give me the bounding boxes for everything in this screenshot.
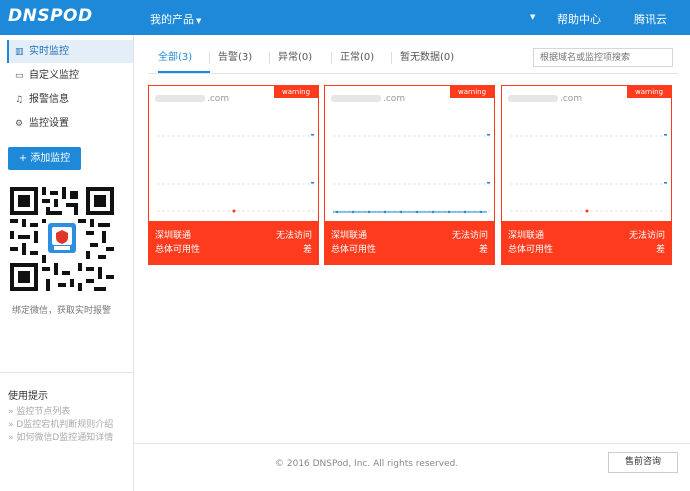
node-name: 深圳联通 — [331, 231, 368, 241]
availability-label: 总体可用性 — [331, 245, 377, 255]
add-monitor-label: 添加监控 — [30, 153, 71, 164]
tab-alarm[interactable]: 告警(3) — [218, 48, 252, 73]
availability-value: 差 — [302, 245, 312, 255]
availability-label: 总体可用性 — [155, 245, 201, 255]
monitor-card[interactable]: .com warning 深圳联通 无法访问 总体可用性 差 — [324, 85, 495, 265]
tab-divider — [391, 52, 392, 64]
node-status: 无法访问 — [628, 231, 665, 241]
sidebar-divider — [0, 372, 133, 373]
data-point — [232, 209, 236, 213]
tip-link-node-list[interactable]: » 监控节点列表 — [8, 404, 70, 417]
qr-caption: 绑定微信，获取实时报警 — [12, 306, 112, 316]
warning-badge: warning — [627, 86, 671, 98]
usage-tips-title: 使用提示 — [8, 391, 48, 402]
card-domain: .com — [508, 94, 582, 104]
availability-label: 总体可用性 — [508, 245, 554, 255]
data-point — [585, 209, 589, 213]
tab-divider — [269, 52, 270, 64]
help-center-link[interactable]: 帮助中心 — [557, 11, 601, 27]
tab-no-data[interactable]: 暂无数据(0) — [400, 48, 454, 73]
warning-badge: warning — [274, 86, 318, 98]
chevron-down-icon: ▼ — [530, 13, 536, 21]
dnspod-logo[interactable]: DNSPOD — [8, 6, 93, 26]
node-name: 深圳联通 — [508, 231, 545, 241]
sidebar-item-label: 自定义监控 — [29, 70, 79, 81]
my-products-menu[interactable]: 我的产品 ▼ — [150, 11, 201, 27]
tab-divider — [209, 52, 210, 64]
availability-value: 差 — [478, 245, 488, 255]
sidebar-item-monitor-settings[interactable]: ⚙ 监控设置 — [7, 112, 133, 135]
sidebar: ▥ 实时监控 ▭ 自定义监控 ♫ 报警信息 ⚙ 监控设置 + 添加监控 绑定微信… — [0, 35, 134, 491]
card-domain: .com — [155, 94, 229, 104]
gear-icon: ⚙ — [15, 119, 24, 129]
availability-chart — [333, 134, 490, 214]
node-status: 无法访问 — [451, 231, 488, 241]
card-domain: .com — [331, 94, 405, 104]
tab-normal[interactable]: 正常(0) — [340, 48, 374, 73]
node-name: 深圳联通 — [155, 231, 192, 241]
monitor-card[interactable]: .com warning 深圳联通 无法访问 总体可用性 差 — [501, 85, 672, 265]
plus-icon: + — [18, 153, 28, 164]
tip-link-wechat-notify[interactable]: » 如何微信D监控通知详情 — [8, 430, 113, 443]
card-status-footer: 深圳联通 无法访问 总体可用性 差 — [325, 221, 494, 265]
sidebar-item-alarm-info[interactable]: ♫ 报警信息 — [7, 88, 133, 111]
sidebar-item-realtime-monitor[interactable]: ▥ 实时监控 — [7, 40, 133, 63]
masked-domain — [331, 95, 381, 102]
sidebar-item-label: 报警信息 — [29, 94, 69, 105]
top-navbar: DNSPOD 我的产品 ▼ ▼ 帮助中心 腾讯云 — [0, 0, 690, 35]
chevron-down-icon: ▼ — [196, 17, 202, 25]
availability-chart — [510, 134, 667, 213]
my-products-label: 我的产品 — [150, 13, 194, 26]
copyright-text: © 2016 DNSPod, Inc. All rights reserved. — [275, 459, 459, 469]
card-status-footer: 深圳联通 无法访问 总体可用性 差 — [502, 221, 671, 265]
availability-value: 差 — [655, 245, 665, 255]
domain-suffix: .com — [383, 94, 406, 104]
tab-divider — [331, 52, 332, 64]
masked-domain — [508, 95, 558, 102]
tip-link-down-rules[interactable]: » D监控宕机判断规则介绍 — [8, 417, 113, 430]
tab-abnormal[interactable]: 异常(0) — [278, 48, 312, 73]
tencent-cloud-link[interactable]: 腾讯云 — [634, 11, 667, 27]
masked-domain — [155, 95, 205, 102]
bell-icon: ♫ — [15, 95, 24, 105]
domain-suffix: .com — [560, 94, 583, 104]
sidebar-item-custom-monitor[interactable]: ▭ 自定义监控 — [7, 64, 133, 87]
domain-suffix: .com — [207, 94, 230, 104]
monitor-icon: ▭ — [15, 71, 24, 81]
add-monitor-button[interactable]: + 添加监控 — [8, 147, 81, 170]
node-status: 无法访问 — [275, 231, 312, 241]
search-input[interactable] — [533, 48, 673, 67]
presales-consult-button[interactable]: 售前咨询 — [608, 452, 678, 473]
monitor-card[interactable]: .com warning 深圳联通 无法访问 总体可用性 差 — [148, 85, 319, 265]
warning-badge: warning — [450, 86, 494, 98]
tab-all[interactable]: 全部(3) — [158, 48, 210, 73]
chart-icon: ▥ — [15, 47, 24, 57]
sidebar-item-label: 监控设置 — [29, 118, 69, 129]
card-status-footer: 深圳联通 无法访问 总体可用性 差 — [149, 221, 318, 265]
footer-divider — [134, 443, 690, 444]
user-dropdown-toggle[interactable]: ▼ — [528, 12, 535, 21]
availability-chart — [157, 134, 314, 213]
sidebar-item-label: 实时监控 — [29, 46, 69, 57]
wechat-qr-code — [10, 187, 114, 291]
